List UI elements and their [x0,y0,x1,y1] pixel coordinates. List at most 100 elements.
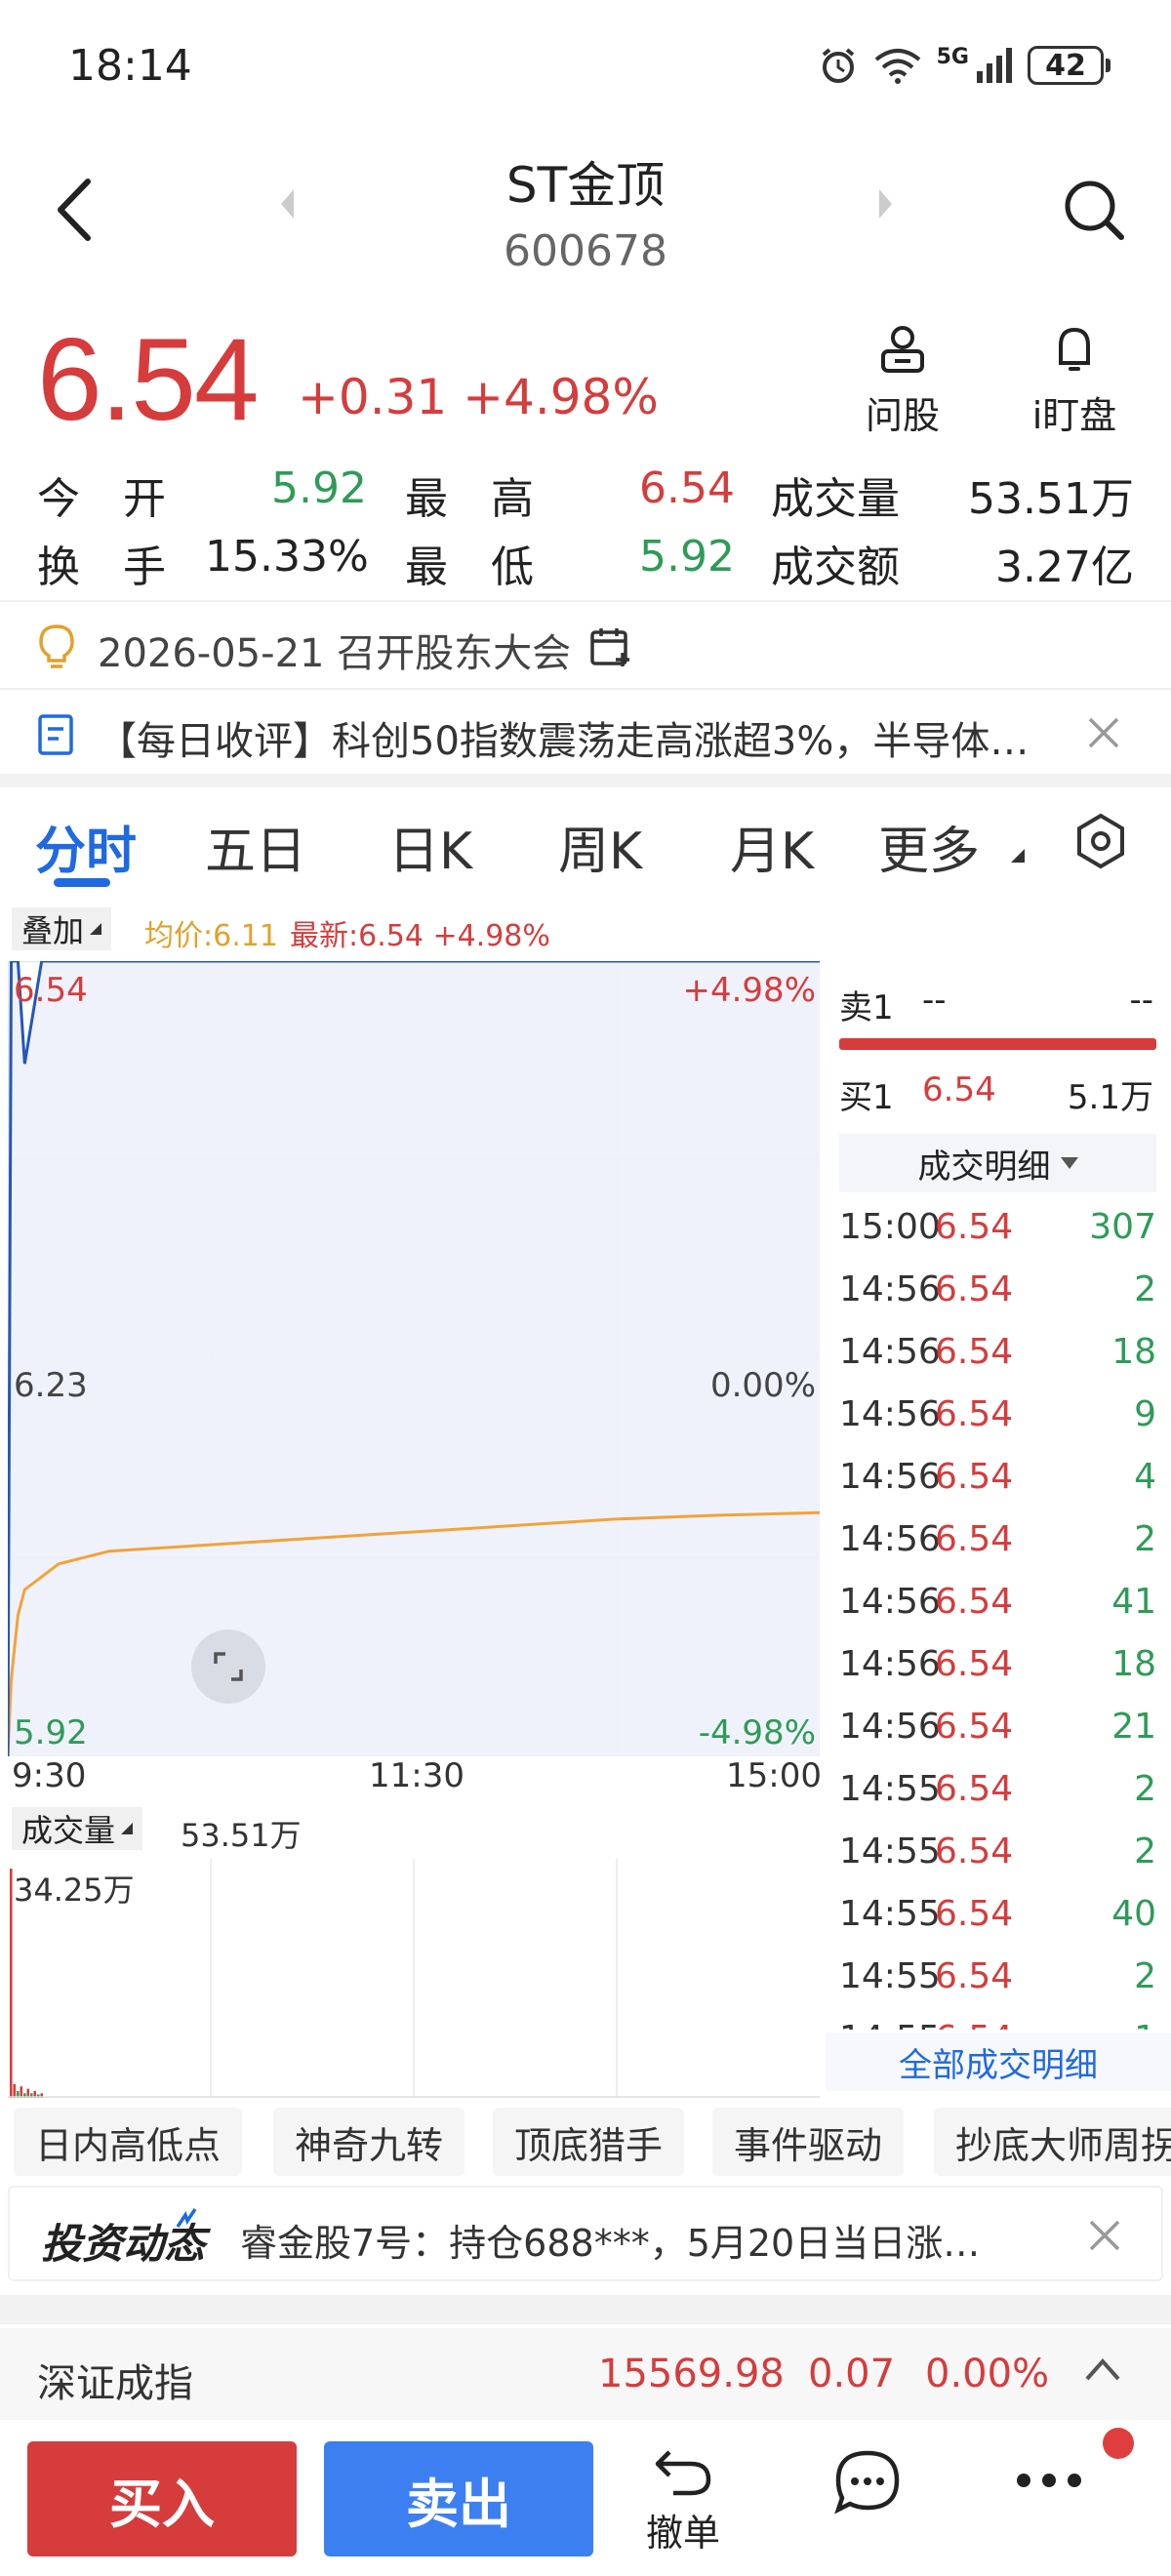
chip-bottom-master[interactable]: 抄底大师周拐 [934,2108,1171,2176]
trade-row: 14:55 6.54 2 [839,1831,1156,1894]
trade-time: 14:56 [839,1457,941,1497]
trade-time: 14:56 [839,1582,941,1622]
trade-volume: 40 [1111,1894,1156,1934]
notice-row[interactable]: 2026-05-21 召开股东大会 [0,600,1171,686]
overlay-button[interactable]: 叠加 [12,907,112,950]
trade-row: 14:56 6.54 2 [839,1519,1156,1582]
stat-turnover-value: 15.33% [205,532,369,582]
stat-low-value: 5.92 [639,532,735,582]
notice-text: 2026-05-21 召开股东大会 [98,631,572,676]
all-trades-link[interactable]: 全部成交明细 [826,2033,1171,2091]
trade-volume: 9 [1134,1394,1156,1434]
index-change: 0.07 [808,2352,896,2396]
trade-volume: 18 [1111,1332,1156,1372]
chip-intraday-highlow[interactable]: 日内高低点 [14,2108,243,2176]
trade-row: 14:556.54 1 [839,2019,1156,2030]
tab-five-day[interactable]: 五日 [205,810,306,883]
trade-time: 15:00 [839,1207,941,1247]
search-icon[interactable] [1062,178,1126,242]
ask-stock-button[interactable]: 问股 [839,322,966,439]
index-value: 15569.98 [598,2352,785,2396]
watch-label: i盯盘 [1031,394,1117,437]
tab-more[interactable]: 更多 [878,810,980,883]
dropdown-triangle-icon [1011,849,1025,863]
trade-time: 14:56 [839,1394,941,1434]
network-label: 5G [936,45,969,69]
sell1-label: 卖1 [839,988,894,1027]
settings-icon[interactable] [1071,812,1130,870]
wifi-icon [874,49,920,84]
price-change: +0.31 +4.98% [298,369,659,425]
chip-event-driven[interactable]: 事件驱动 [712,2108,905,2176]
battery-icon: 42 [1028,46,1104,85]
sell-pressure-bar [839,1038,1156,1050]
volume-bar [13,2083,17,2098]
battery-level: 42 [1045,48,1086,83]
change-value: +0.31 [298,369,448,425]
trade-price: 6.54 [935,1644,1014,1684]
trade-time: 14:56 [839,1332,941,1372]
invest-news-row[interactable]: 投资动态 睿金股7号：持仓688***，5月20日当日涨… [8,2186,1163,2281]
trade-price: 6.54 [935,1707,1014,1747]
trade-time: 14:56 [839,1519,941,1559]
calendar-add-icon[interactable] [589,625,632,668]
stat-low-label: 最 低 [405,543,534,592]
trade-row: 14:56 6.54 2 [839,1269,1156,1332]
stock-name: ST金顶 [505,157,666,214]
index-bar[interactable]: 深证成指 15569.98 0.07 0.00% [0,2328,1171,2420]
trade-row: 14:56 6.54 18 [839,1332,1156,1394]
status-icons: 5G 42 [818,45,1110,86]
index-change-pct: 0.00% [925,2352,1050,2396]
section-divider [0,774,1171,787]
trade-time: 14:56 [839,1644,941,1684]
chip-top-bottom-hunter[interactable]: 顶底猎手 [493,2108,685,2176]
tab-weekly-k[interactable]: 周K [558,810,642,883]
stat-turnover-label: 换 手 [37,543,166,592]
buy1-label: 买1 [839,1078,894,1117]
chevron-up-icon[interactable] [1083,2355,1122,2383]
trade-detail-dropdown[interactable]: 成交明细 [839,1134,1156,1192]
y-label-top: 6.54 [14,971,88,1010]
close-icon[interactable] [1086,715,1121,750]
trade-price: 6.54 [935,2019,1013,2030]
trade-time: 14:56 [839,1269,941,1309]
trade-time: 14:55 [839,1769,941,1809]
chat-icon [834,2450,900,2515]
chat-button[interactable] [832,2447,910,2525]
stat-high-value: 6.54 [639,463,735,513]
invest-news-text: 睿金股7号：持仓688***，5月20日当日涨… [240,2222,981,2265]
trade-row: 14:56 6.54 18 [839,1644,1156,1707]
tab-monthly-k[interactable]: 月K [730,810,814,883]
trade-time: 14:55 [839,1894,941,1934]
trade-volume: 2 [1134,1519,1156,1559]
battery-tip [1106,59,1110,72]
avg-price-label: 均价:6.11 [144,919,278,953]
dropdown-triangle-icon [90,923,102,935]
more-menu-button[interactable] [1010,2449,1108,2527]
trade-price: 6.54 [935,1519,1014,1559]
latest-price-label: 最新:6.54 +4.98% [290,919,550,953]
trade-volume: 41 [1111,1582,1156,1622]
stat-amount-label: 成交额 [771,543,900,592]
news-row[interactable]: 【每日收评】科创50指数震荡走高涨超3%，半导体… [0,688,1171,774]
trade-time: 14:55 [839,1956,941,1996]
trade-volume: 21 [1111,1707,1156,1747]
trade-list[interactable]: 15:00 6.54 307 14:56 6.54 2 14:56 6.54 18 14:56 6.… [0,1195,1171,2030]
trade-row: 14:55 6.54 2 [839,1956,1156,2019]
bell-icon [1059,327,1090,371]
close-icon[interactable] [1088,2219,1121,2252]
trade-volume: 2 [1134,1831,1156,1872]
chip-magic-nine[interactable]: 神奇九转 [273,2108,465,2176]
tab-indicator [54,878,110,887]
trade-row: 14:56 6.54 4 [839,1457,1156,1519]
buy-button[interactable]: 买入 [27,2441,297,2556]
sell-button[interactable]: 卖出 [324,2441,593,2556]
tab-intraday[interactable]: 分时 [35,810,137,883]
watch-button[interactable]: i盯盘 [1011,322,1138,439]
cancel-order-button[interactable]: 撤单 [634,2444,732,2556]
signal-icon [977,48,1012,83]
stat-amount-value: 3.27亿 [995,543,1134,592]
tab-daily-k[interactable]: 日K [388,810,472,883]
volume-bar [20,2086,23,2098]
person-icon [881,326,924,373]
